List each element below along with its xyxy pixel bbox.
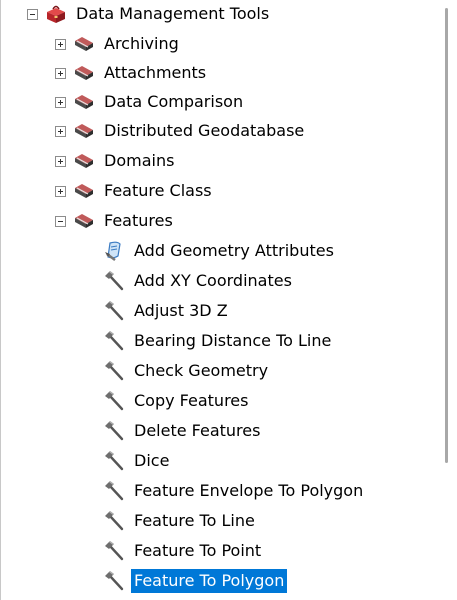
tree-node-label: Data Comparison (104, 92, 244, 111)
toolbox-tree[interactable]: Data Management Tools Archiving Attachme… (0, 0, 436, 600)
tree-node-attachments[interactable]: Attachments (55, 59, 209, 87)
hammer-icon (103, 540, 125, 562)
tool-label: Add XY Coordinates (134, 271, 292, 290)
script-tool-icon (103, 240, 125, 262)
tool-label: Dice (134, 451, 170, 470)
expand-icon[interactable] (55, 155, 66, 167)
tree-node-domains[interactable]: Domains (55, 147, 177, 175)
hammer-icon (103, 270, 125, 292)
hammer-icon (103, 510, 125, 532)
hammer-icon (103, 300, 125, 322)
tree-node-features[interactable]: Features (55, 207, 176, 235)
tool-label: Check Geometry (134, 361, 269, 380)
hammer-icon (103, 360, 125, 382)
tool-label-selected: Feature To Polygon (131, 569, 288, 593)
tool-label: Feature To Point (134, 541, 262, 560)
tool-feature-to-line[interactable]: Feature To Line (103, 507, 258, 535)
tool-feature-to-point[interactable]: Feature To Point (103, 537, 264, 565)
tool-copy-features[interactable]: Copy Features (103, 387, 251, 415)
tree-node-label: Features (104, 211, 173, 230)
toolset-icon (73, 120, 95, 142)
expand-icon[interactable] (55, 38, 66, 50)
hammer-icon (103, 330, 125, 352)
toolset-icon (73, 180, 95, 202)
tool-adjust-3d-z[interactable]: Adjust 3D Z (103, 297, 231, 325)
tree-node-label: Distributed Geodatabase (104, 121, 305, 140)
expand-icon[interactable] (55, 96, 66, 108)
tool-bearing-distance-to-line[interactable]: Bearing Distance To Line (103, 327, 334, 355)
tree-node-data-comparison[interactable]: Data Comparison (55, 88, 246, 116)
tree-node-distributed-geodatabase[interactable]: Distributed Geodatabase (55, 117, 307, 145)
hammer-icon (103, 450, 125, 472)
tool-label: Copy Features (134, 391, 249, 410)
expand-icon[interactable] (55, 185, 66, 197)
scrollbar-thumb[interactable] (445, 8, 448, 463)
tool-feature-to-polygon[interactable]: Feature To Polygon (103, 567, 288, 595)
tree-node-data-management-tools[interactable]: Data Management Tools (27, 0, 272, 28)
tool-add-xy-coordinates[interactable]: Add XY Coordinates (103, 267, 295, 295)
toolset-icon (73, 210, 95, 232)
tool-label: Delete Features (134, 421, 261, 440)
tree-node-label: Attachments (104, 63, 207, 82)
tool-feature-envelope-to-polygon[interactable]: Feature Envelope To Polygon (103, 477, 366, 505)
expand-icon[interactable] (55, 67, 66, 79)
tool-label: Feature To Line (134, 511, 255, 530)
toolset-icon (73, 150, 95, 172)
hammer-icon (103, 420, 125, 442)
hammer-icon (103, 390, 125, 412)
tree-node-label: Feature Class (104, 181, 212, 200)
tool-label: Feature Envelope To Polygon (134, 481, 364, 500)
expand-icon[interactable] (55, 125, 66, 137)
tool-check-geometry[interactable]: Check Geometry (103, 357, 271, 385)
tool-label: Add Geometry Attributes (134, 241, 334, 260)
tool-add-geometry-attributes[interactable]: Add Geometry Attributes (103, 237, 337, 265)
tree-node-feature-class[interactable]: Feature Class (55, 177, 215, 205)
tool-label: Bearing Distance To Line (134, 331, 332, 350)
tree-node-label: Domains (104, 151, 175, 170)
collapse-icon[interactable] (55, 215, 66, 227)
tool-label: Adjust 3D Z (134, 301, 228, 320)
hammer-icon (103, 570, 125, 592)
collapse-icon[interactable] (27, 8, 38, 20)
tool-dice[interactable]: Dice (103, 447, 172, 475)
hammer-icon (103, 480, 125, 502)
tool-delete-features[interactable]: Delete Features (103, 417, 263, 445)
toolbox-icon (45, 3, 67, 25)
toolset-icon (73, 91, 95, 113)
toolset-icon (73, 33, 95, 55)
tree-node-label: Archiving (104, 34, 179, 53)
tree-node-archiving[interactable]: Archiving (55, 30, 182, 58)
toolset-icon (73, 62, 95, 84)
tree-node-label: Data Management Tools (76, 4, 270, 23)
